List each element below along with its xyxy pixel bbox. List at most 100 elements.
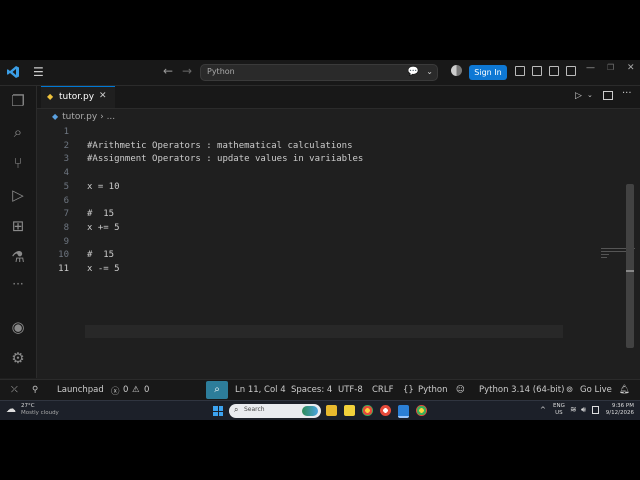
- minimize-icon[interactable]: —: [586, 63, 595, 73]
- go-live-button[interactable]: Go Live: [580, 385, 612, 395]
- breadcrumb[interactable]: ◆ tutor.py › ...: [52, 112, 115, 122]
- restore-icon[interactable]: ❐: [607, 63, 614, 72]
- command-center-search[interactable]: Python 💬 ⌄: [200, 64, 438, 81]
- copilot-status-icon[interactable]: [451, 65, 462, 76]
- tab-tutor-py[interactable]: ◆ tutor.py ✕: [41, 86, 115, 108]
- line-number[interactable]: 3: [37, 154, 69, 164]
- warnings-icon[interactable]: ⚠: [132, 385, 140, 395]
- account-icon[interactable]: ◉: [0, 318, 36, 336]
- launchpad-item[interactable]: Launchpad: [57, 385, 104, 395]
- errors-icon[interactable]: ⓧ: [111, 385, 120, 397]
- wifi-icon[interactable]: ≋: [570, 405, 577, 414]
- clock[interactable]: 9:36 PM 9/12/2026: [604, 403, 634, 417]
- toggle-panel-icon[interactable]: [549, 66, 559, 76]
- line-number[interactable]: 1: [37, 127, 69, 137]
- remote-indicator-icon[interactable]: ⤫: [11, 385, 18, 395]
- line-number[interactable]: 9: [37, 237, 69, 247]
- copilot-chat-icon[interactable]: 💬: [408, 67, 419, 77]
- sticky-notes-icon[interactable]: [344, 405, 355, 416]
- editor-scrollbar[interactable]: [626, 184, 634, 348]
- encoding[interactable]: UTF-8: [338, 385, 363, 395]
- taskbar-search-box[interactable]: ⌕ Search: [229, 404, 321, 418]
- run-options-chevron-icon[interactable]: ⌄: [587, 91, 593, 99]
- region-code: US: [555, 410, 563, 416]
- weather-description[interactable]: Mostly cloudy: [21, 410, 59, 416]
- layout-toggle-icon[interactable]: [515, 66, 525, 76]
- weather-temperature[interactable]: 27°C: [21, 403, 35, 409]
- line-number[interactable]: 8: [37, 223, 69, 233]
- run-file-icon[interactable]: ▷: [575, 91, 582, 101]
- close-icon[interactable]: ✕: [627, 63, 635, 73]
- line-number[interactable]: 7: [37, 209, 69, 219]
- toggle-secondary-sidebar-icon[interactable]: [566, 66, 576, 76]
- chrome-profile-icon[interactable]: [416, 405, 427, 416]
- chrome-icon[interactable]: [362, 405, 373, 416]
- forward-arrow-icon[interactable]: →: [182, 64, 192, 78]
- toggle-sidebar-icon[interactable]: [532, 66, 542, 76]
- sign-in-button[interactable]: Sign In: [469, 65, 507, 80]
- menu-icon[interactable]: ☰: [33, 65, 44, 79]
- copilot-icon[interactable]: ☺: [456, 385, 465, 395]
- breadcrumb-file[interactable]: tutor.py: [62, 112, 97, 122]
- line-number[interactable]: 5: [37, 182, 69, 192]
- battery-icon[interactable]: [592, 406, 599, 414]
- source-control-icon[interactable]: ⑂: [0, 154, 36, 172]
- testing-icon[interactable]: ⚗: [0, 248, 36, 266]
- code-line[interactable]: # 15: [87, 209, 114, 219]
- zoom-search-icon[interactable]: ⌕: [206, 381, 228, 399]
- breadcrumb-rest[interactable]: ...: [107, 112, 116, 122]
- explorer-icon[interactable]: ❐: [0, 92, 36, 110]
- extensions-icon[interactable]: ⊞: [0, 217, 36, 235]
- volume-icon[interactable]: 🔊︎: [581, 405, 586, 415]
- windows-start-button[interactable]: [213, 406, 223, 416]
- app-icon[interactable]: [380, 405, 391, 416]
- status-bar: ⤫ ⚲ Launchpad ⓧ 0 ⚠ 0 ⌕ Ln 11, Col 4 Spa…: [0, 379, 640, 401]
- tab-close-icon[interactable]: ✕: [99, 91, 107, 101]
- tray-overflow-chevron-icon[interactable]: ^: [540, 406, 546, 414]
- run-debug-icon[interactable]: ▷: [0, 186, 36, 204]
- vscode-window: ☰ ← → Python 💬 ⌄ Sign In — ❐ ✕ ❐ ⌕ ⑂ ▷ ⊞…: [0, 60, 640, 420]
- line-number[interactable]: 4: [37, 168, 69, 178]
- go-live-icon[interactable]: ⊚: [566, 385, 573, 395]
- settings-gear-icon[interactable]: ⚙: [0, 349, 36, 367]
- indentation[interactable]: Spaces: 4: [291, 385, 332, 395]
- cursor-position[interactable]: Ln 11, Col 4: [235, 385, 286, 395]
- split-editor-icon[interactable]: [603, 91, 613, 100]
- vscode-taskbar-icon[interactable]: [398, 405, 409, 418]
- code-line[interactable]: x -= 5: [87, 264, 120, 274]
- search-icon[interactable]: ⌕: [0, 123, 36, 141]
- line-number[interactable]: 10: [37, 250, 69, 260]
- language-mode[interactable]: Python: [418, 385, 447, 395]
- language-braces-icon[interactable]: {}: [403, 385, 414, 395]
- code-line[interactable]: x = 10: [87, 182, 120, 192]
- code-line[interactable]: # 15: [87, 250, 114, 260]
- line-number[interactable]: 2: [37, 141, 69, 151]
- clock-date: 9/12/2026: [605, 410, 634, 416]
- language-code: ENG: [553, 403, 565, 409]
- chevron-down-icon[interactable]: ⌄: [426, 67, 433, 76]
- line-number[interactable]: 6: [37, 196, 69, 206]
- breadcrumb-separator: ›: [100, 112, 104, 122]
- end-of-line[interactable]: CRLF: [372, 385, 393, 395]
- notifications-bell-icon[interactable]: 🔔︎: [619, 385, 630, 395]
- more-views-icon[interactable]: ···: [0, 277, 36, 291]
- windows-taskbar: ☁ 27°C Mostly cloudy ⌕ Search ^ ENG US ≋…: [0, 400, 640, 420]
- code-line[interactable]: x += 5: [87, 223, 120, 233]
- more-actions-icon[interactable]: ···: [622, 88, 632, 99]
- python-interpreter[interactable]: Python 3.14 (64-bit): [479, 385, 564, 395]
- back-arrow-icon[interactable]: ←: [163, 64, 173, 78]
- line-number[interactable]: 11: [37, 264, 69, 274]
- search-icon: ⌕: [234, 405, 239, 414]
- launchpad-icon[interactable]: ⚲: [32, 385, 38, 395]
- weather-cloud-icon[interactable]: ☁: [6, 404, 16, 415]
- search-highlight-icon: [302, 406, 318, 416]
- warnings-count[interactable]: 0: [144, 385, 149, 395]
- errors-count[interactable]: 0: [123, 385, 128, 395]
- code-line[interactable]: #Arithmetic Operators : mathematical cal…: [87, 141, 353, 151]
- scrollbar-cursor-marker: [626, 270, 634, 272]
- code-editor[interactable]: 1 2 #Arithmetic Operators : mathematical c…: [37, 124, 635, 378]
- code-line[interactable]: #Assignment Operators : update values in…: [87, 154, 363, 164]
- file-explorer-icon[interactable]: [326, 405, 337, 416]
- input-language[interactable]: ENG US: [553, 403, 565, 417]
- python-file-icon: ◆: [52, 112, 59, 121]
